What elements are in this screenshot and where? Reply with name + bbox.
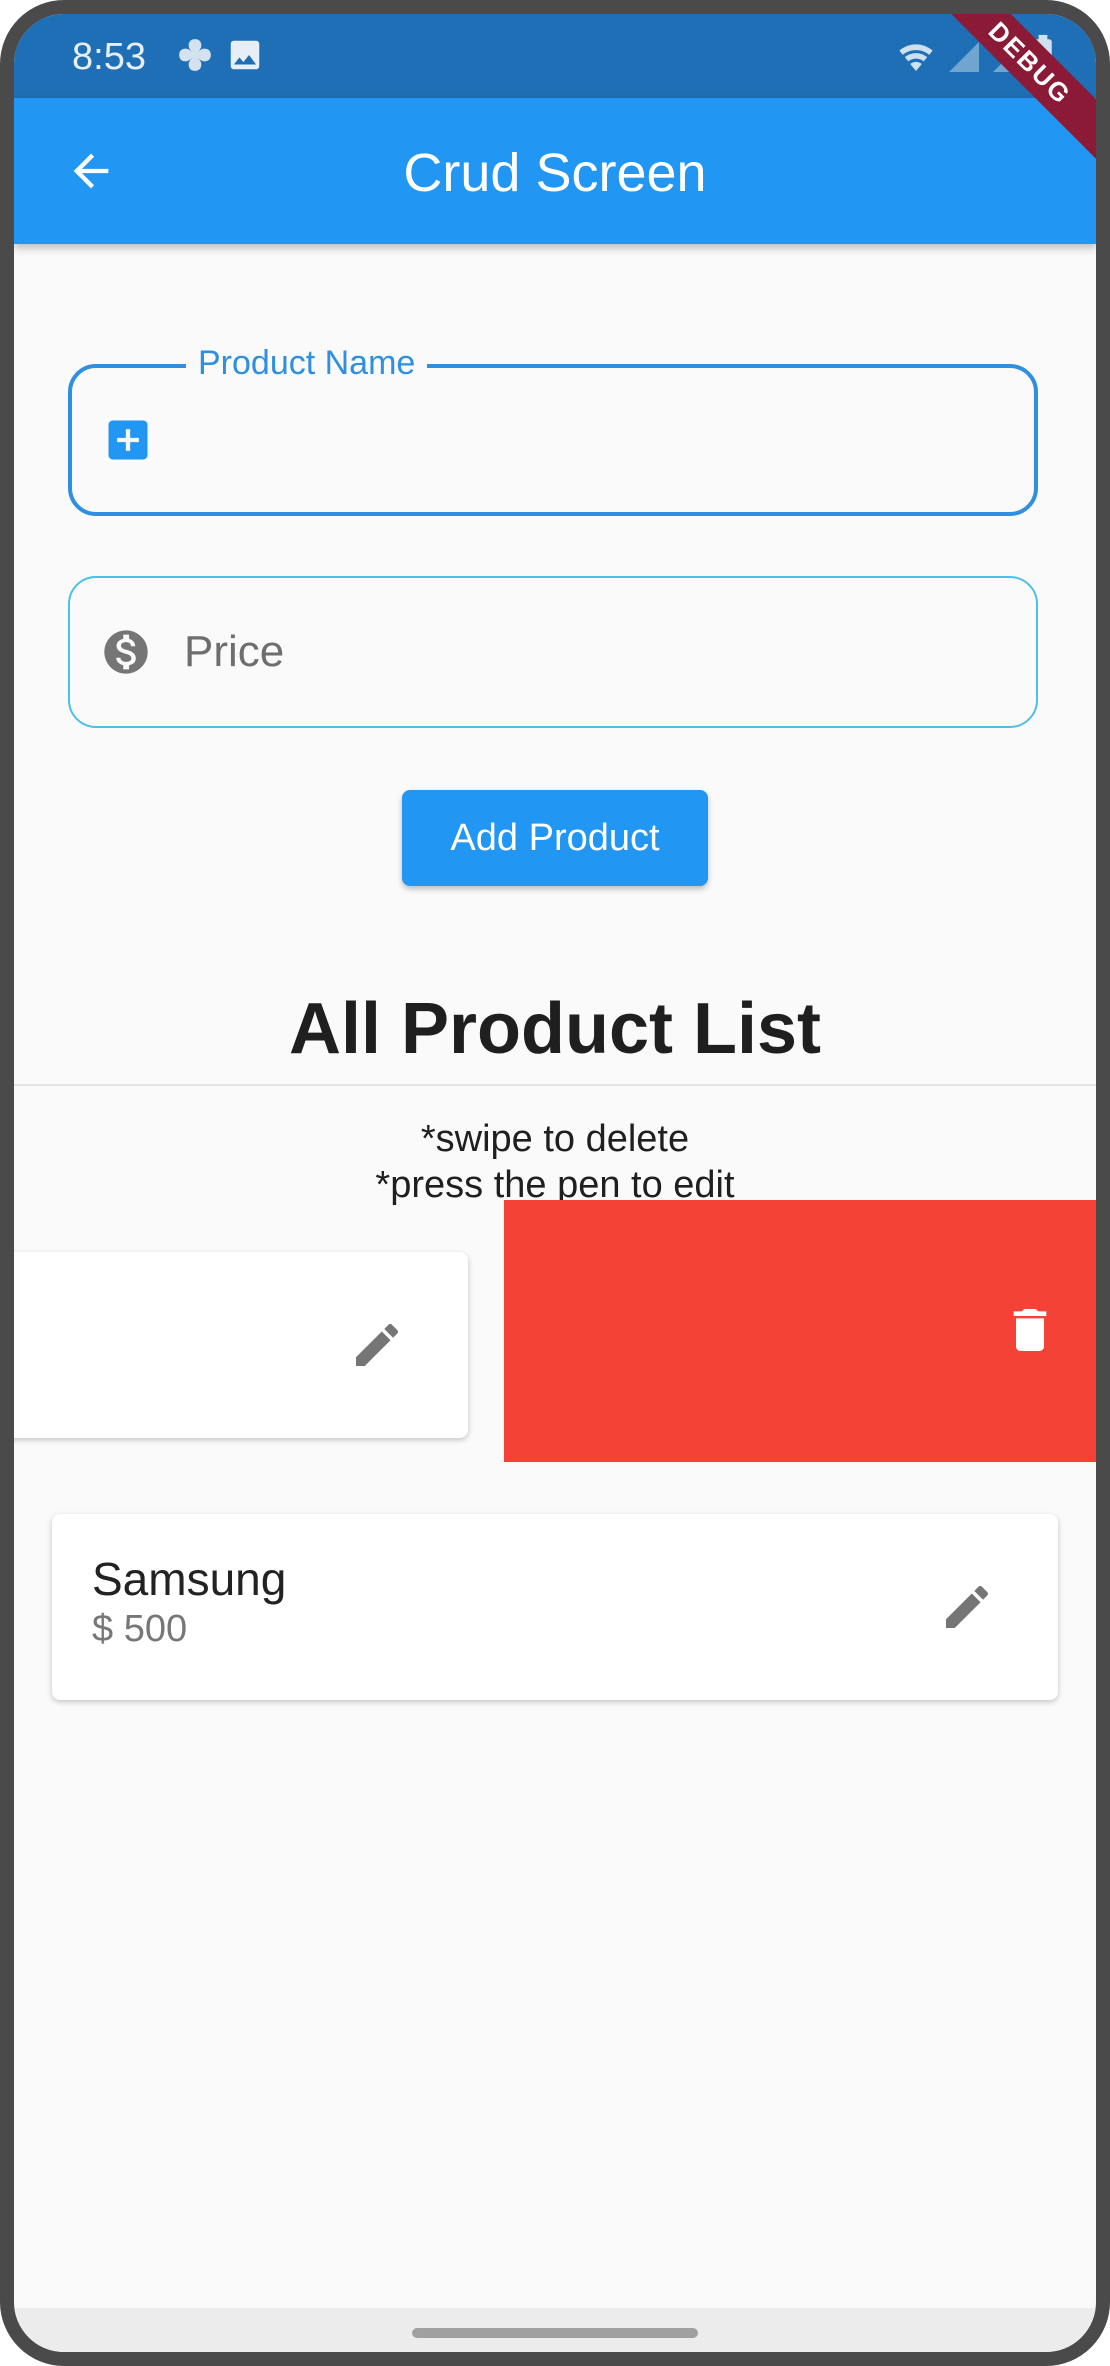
swipe-hint: *swipe to delete	[420, 1118, 690, 1160]
divider	[14, 1084, 1096, 1086]
price-field[interactable]	[68, 576, 1038, 728]
image-icon	[230, 40, 260, 70]
page-title: Crud Screen	[403, 143, 707, 203]
add-product-button[interactable]: Add Product	[402, 790, 708, 886]
signal-icon	[949, 42, 979, 72]
status-bar: 8:53	[14, 14, 1096, 98]
product-name-field[interactable]: Product Name	[68, 344, 1038, 516]
edit-button[interactable]	[932, 1572, 1002, 1642]
app-bar: Crud Screen	[14, 98, 1096, 244]
edit-button[interactable]	[342, 1310, 412, 1380]
status-time: 8:53	[72, 36, 146, 78]
list-item[interactable]: Samsung $ 500	[52, 1514, 1058, 1700]
pinwheel-icon	[179, 39, 211, 71]
wifi-icon	[899, 44, 933, 71]
pencil-icon	[356, 1323, 399, 1366]
list-item-swiping[interactable]	[14, 1252, 468, 1438]
dollar-circle-icon	[104, 630, 148, 674]
home-indicator[interactable]	[412, 2328, 698, 2338]
product-price: $ 500	[92, 1608, 188, 1650]
list-title: All Product List	[288, 989, 822, 1069]
phone-frame: 8:53 Crud Screen DEBUG Product Name Pric…	[0, 0, 1110, 2366]
product-name: Samsung	[92, 1553, 287, 1605]
price-input[interactable]	[182, 578, 1012, 726]
swipe-delete-background[interactable]	[504, 1200, 1096, 1462]
pencil-icon	[946, 1585, 989, 1628]
trash-icon	[1013, 1309, 1047, 1351]
add-box-icon	[108, 420, 148, 460]
product-name-input[interactable]	[184, 368, 1010, 512]
